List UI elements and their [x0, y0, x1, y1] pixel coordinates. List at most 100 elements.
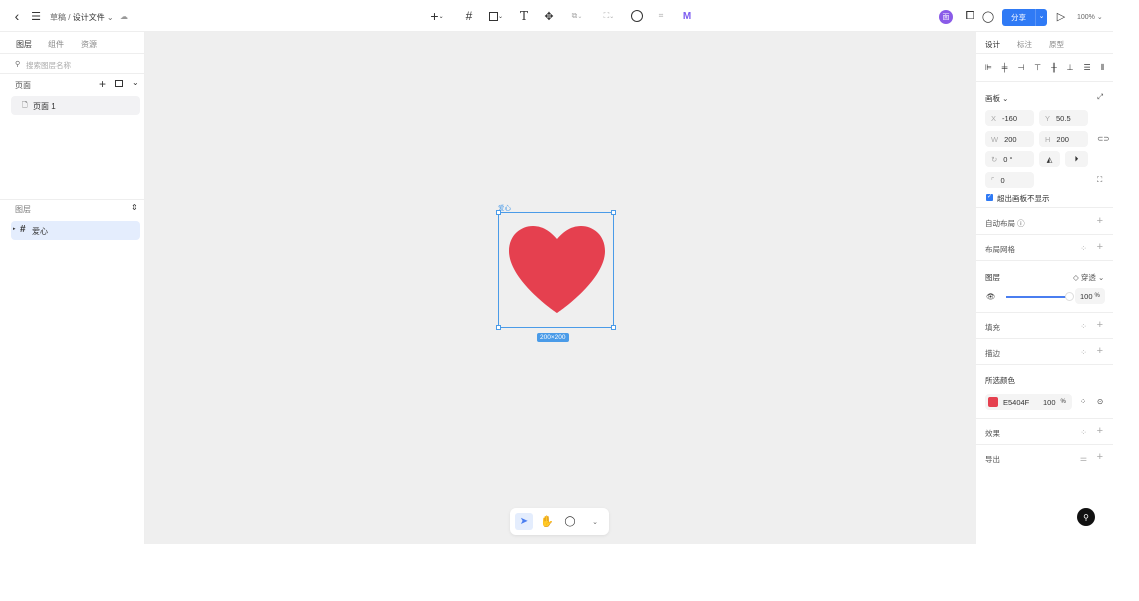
resize-handle[interactable] — [611, 325, 616, 330]
frame-tool-icon[interactable]: # — [462, 9, 476, 23]
rotation-field[interactable]: ↻ 0 ° — [985, 151, 1034, 167]
y-field[interactable]: Y 50.5 — [1039, 110, 1088, 126]
export-settings-icon[interactable]: ⚌ — [1080, 454, 1087, 463]
add-auto-layout-icon[interactable]: + — [1097, 215, 1103, 227]
height-field[interactable]: H 200 — [1039, 131, 1088, 147]
opacity-field[interactable]: 100% — [1075, 288, 1105, 304]
resize-handle[interactable] — [611, 210, 616, 215]
distribute-v-icon[interactable]: ☰ — [1084, 63, 1091, 72]
tab-components[interactable]: 组件 — [48, 39, 64, 50]
text-tool-icon[interactable]: T — [517, 9, 531, 23]
add-export-icon[interactable]: + — [1097, 451, 1103, 463]
visibility-icon[interactable]: 👁 — [986, 292, 996, 301]
share-label[interactable]: 分享 — [1002, 9, 1035, 26]
mask-tool-icon[interactable]: ⛶ ⌄ — [598, 9, 620, 23]
tab-prototype[interactable]: 原型 — [1049, 39, 1064, 50]
blend-mode-dropdown[interactable]: ◇ 穿透 ⌄ — [1073, 272, 1104, 283]
independent-corners-icon[interactable]: ⛶ — [1097, 175, 1102, 185]
location-icon[interactable]: ◯ — [982, 9, 994, 23]
add-layout-grid-icon[interactable]: + — [1097, 241, 1103, 253]
x-field[interactable]: X -160 — [985, 110, 1034, 126]
add-fill-icon[interactable]: + — [1097, 319, 1103, 331]
breadcrumb[interactable]: 草稿 / 设计文件 ⌄ — [50, 12, 114, 23]
collapse-pages-icon[interactable]: ⌄ — [132, 78, 139, 87]
crop-tool-icon[interactable]: ⌗ — [654, 9, 668, 23]
style-icon[interactable]: ⁘ — [1080, 428, 1087, 437]
left-panel: 图层 组件 资源 ⚲ 搜索图层名称 页面 + ⌄ 🗋 页面 1 图层 ⇕ ▸ #… — [0, 32, 145, 544]
add-stroke-icon[interactable]: + — [1097, 345, 1103, 357]
align-center-v-icon[interactable]: ╫ — [1051, 63, 1057, 72]
color-hex[interactable]: E5404F — [1003, 398, 1043, 407]
resize-handle[interactable] — [496, 210, 501, 215]
play-icon[interactable]: ▷ — [1054, 9, 1068, 23]
resize-handle[interactable] — [496, 325, 501, 330]
add-tool-icon[interactable]: + ⌄ — [427, 8, 447, 24]
color-swatch[interactable] — [988, 397, 998, 407]
share-button[interactable]: 分享 ⌄ — [1002, 9, 1047, 26]
folder-icon[interactable] — [115, 80, 123, 87]
zoom-dropdown[interactable]: 100% ⌄ — [1077, 13, 1103, 21]
tab-design[interactable]: 设计 — [985, 39, 1000, 50]
zoom-level[interactable]: 100% — [1077, 14, 1095, 21]
distribute-h-icon[interactable]: ⫴ — [1101, 63, 1104, 73]
style-icon[interactable]: ⁘ — [1080, 397, 1086, 406]
align-left-icon[interactable]: ⊫ — [985, 63, 992, 72]
share-dropdown-icon[interactable]: ⌄ — [1035, 9, 1047, 26]
back-icon[interactable]: ‹ — [10, 8, 24, 24]
tab-assets[interactable]: 资源 — [81, 39, 97, 50]
width-field[interactable]: W 200 — [985, 131, 1034, 147]
style-icon[interactable]: ⁘ — [1080, 348, 1087, 357]
resize-to-fit-icon[interactable]: ⤢ — [1097, 92, 1103, 102]
color-opacity[interactable]: 100 — [1043, 398, 1056, 407]
frame-section-title[interactable]: 画板 ⌄ — [985, 93, 1008, 104]
search-input[interactable]: 搜索图层名称 — [26, 60, 71, 71]
selected-frame[interactable] — [496, 210, 616, 330]
opacity-slider-handle[interactable] — [1065, 292, 1074, 301]
flip-horizontal-icon[interactable]: ◭ — [1039, 151, 1060, 167]
component-tool-icon[interactable]: ✥ — [542, 9, 556, 23]
search-icon[interactable]: ⚲ — [1077, 508, 1095, 526]
menu-icon[interactable]: ☰ — [29, 9, 43, 23]
breadcrumb-separator: / — [68, 13, 71, 22]
pointer-tool-icon[interactable]: ➤ — [515, 513, 533, 530]
color-row[interactable]: E5404F 100% — [985, 394, 1072, 410]
collapse-all-icon[interactable]: ⇕ — [131, 203, 138, 212]
align-center-h-icon[interactable]: ╪ — [1002, 63, 1008, 72]
layer-item[interactable]: ▸ # 爱心 — [11, 221, 140, 240]
comment-tool-icon[interactable]: ◯ — [561, 513, 579, 530]
cloud-sync-icon: ☁ — [120, 11, 128, 21]
heart-shape[interactable] — [499, 213, 615, 329]
file-name[interactable]: 设计文件 — [73, 13, 105, 22]
tab-annotate[interactable]: 标注 — [1017, 39, 1032, 50]
layer-section-title: 图层 — [985, 273, 1000, 282]
plugin-icon[interactable]: ⧠ — [963, 9, 977, 23]
add-page-icon[interactable]: + — [99, 77, 106, 91]
avatar[interactable]: 面 — [939, 10, 953, 24]
ellipse-tool-icon[interactable] — [631, 10, 643, 22]
layer-search[interactable]: ⚲ 搜索图层名称 — [0, 54, 145, 74]
page-item[interactable]: 🗋 页面 1 — [11, 96, 140, 115]
tab-layers[interactable]: 图层 — [16, 39, 32, 50]
align-right-icon[interactable]: ⊣ — [1017, 63, 1024, 72]
flip-vertical-icon[interactable]: ⏵ — [1065, 151, 1088, 167]
opacity-slider[interactable] — [1006, 296, 1068, 298]
add-effect-icon[interactable]: + — [1097, 425, 1103, 437]
breadcrumb-root[interactable]: 草稿 — [50, 13, 66, 22]
align-top-icon[interactable]: ⊤ — [1034, 63, 1041, 72]
clip-content-checkbox[interactable]: ✓ — [986, 194, 993, 201]
style-icon[interactable]: ⁘ — [1080, 322, 1087, 331]
rectangle-tool-icon[interactable]: ⌄ — [485, 9, 507, 23]
right-panel: 设计 标注 原型 ⊫ ╪ ⊣ ⊤ ╫ ⊥ ☰ ⫴ 画板 ⌄ ⤢ X -160 Y 50.5 W 20… — [976, 32, 1113, 544]
auto-layout-title: 自动布局 ⓘ — [985, 219, 1025, 228]
align-bottom-icon[interactable]: ⊥ — [1067, 63, 1074, 72]
boolean-tool-icon[interactable]: ⧉ ⌄ — [566, 9, 588, 23]
constrain-proportions-icon[interactable]: ⊂⊃ — [1097, 134, 1110, 143]
more-tools-icon[interactable]: ⌄ — [588, 513, 602, 530]
corner-radius-field[interactable]: ⌜ 0 — [985, 172, 1034, 188]
ai-plugin-icon[interactable]: M — [680, 9, 694, 23]
expand-icon[interactable]: ▸ — [13, 226, 16, 232]
style-icon[interactable]: ⁘ — [1080, 244, 1087, 253]
canvas[interactable]: 爱心 200×200 ➤ ✋ ◯ ⌄ — [145, 32, 976, 544]
hand-tool-icon[interactable]: ✋ — [538, 513, 556, 530]
select-color-target-icon[interactable]: ⊙ — [1097, 397, 1103, 406]
